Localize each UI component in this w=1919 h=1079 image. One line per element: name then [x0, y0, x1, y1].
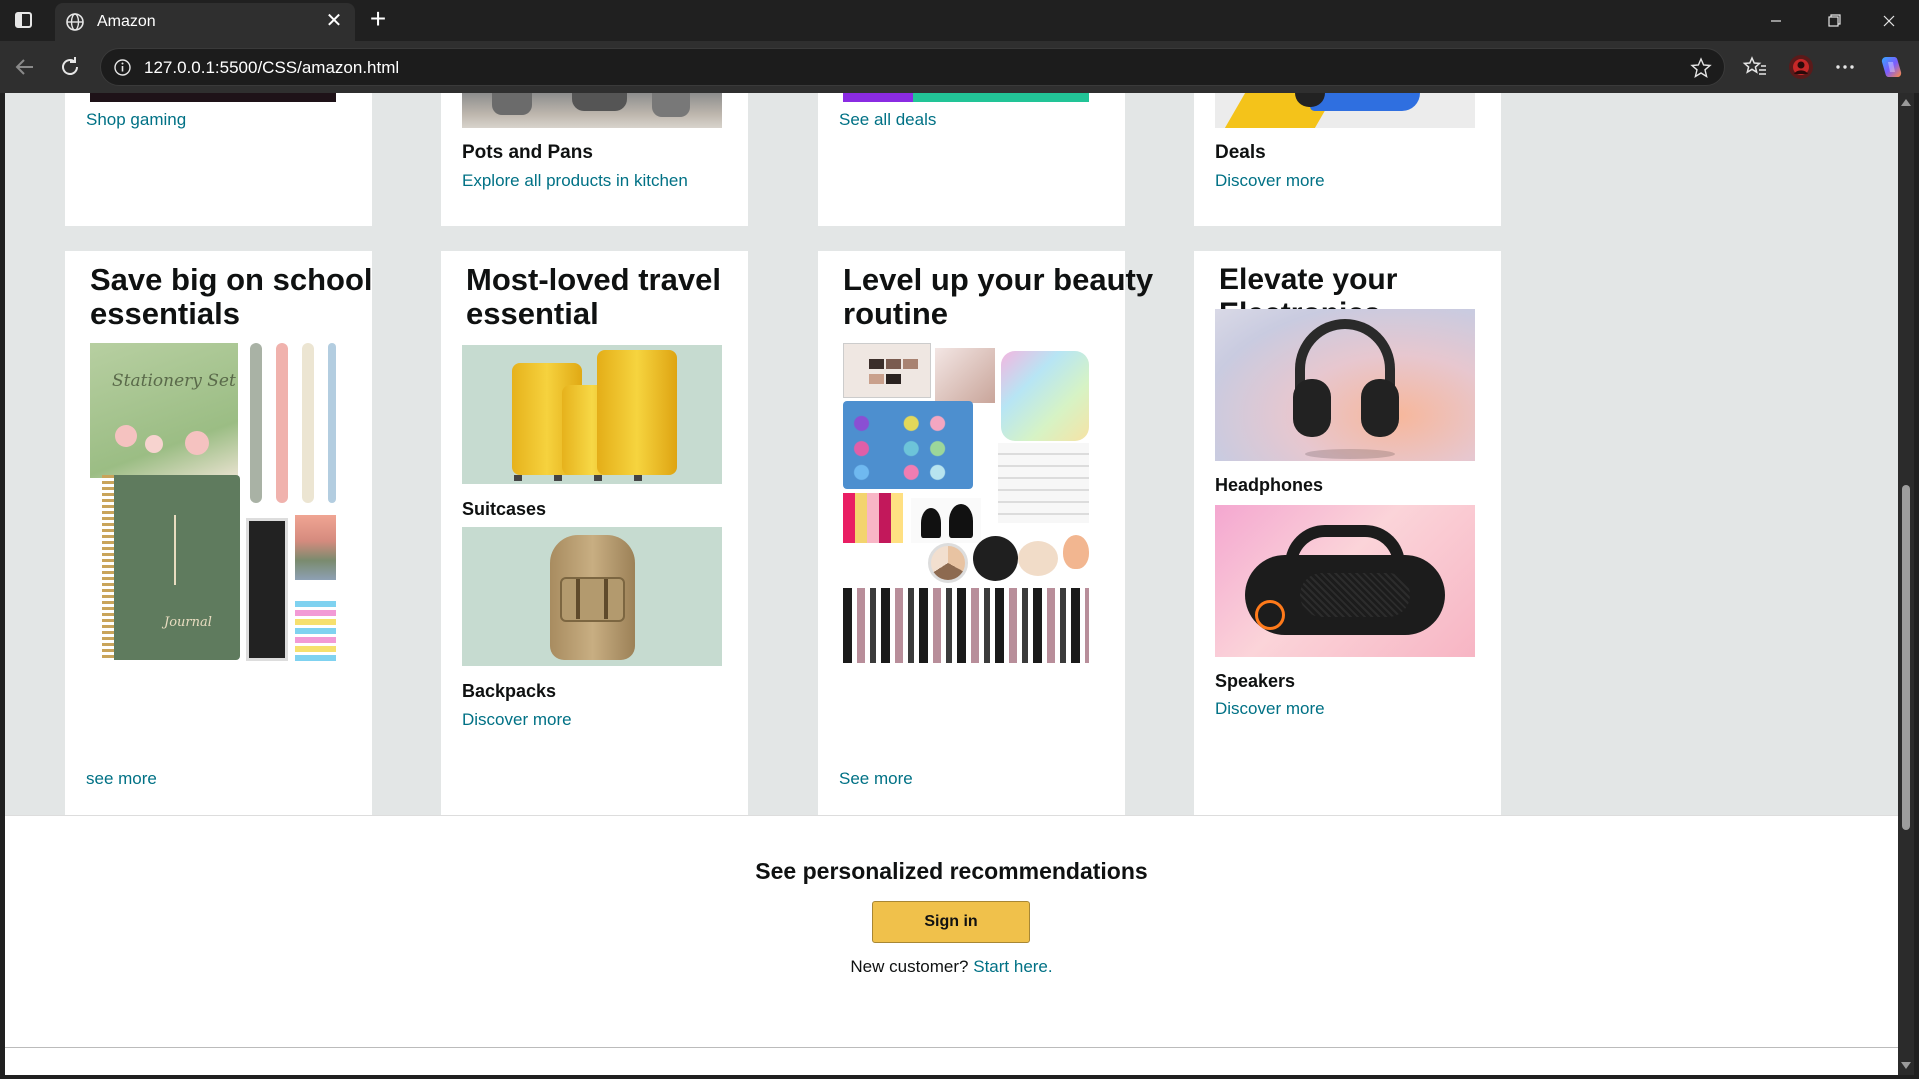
tab-bar: Amazon ✕ +: [0, 0, 1919, 41]
suitcases-image[interactable]: [462, 345, 722, 484]
divider: [5, 1047, 1898, 1048]
shoe-image: [1215, 93, 1475, 128]
copilot-icon[interactable]: [1877, 53, 1905, 81]
site-info-icon[interactable]: [113, 58, 132, 77]
deals-label: Deals: [1215, 142, 1266, 163]
page-viewport: Shop gaming Pots and Pans Explore all pr…: [5, 93, 1898, 1075]
backpacks-label: Backpacks: [462, 681, 557, 701]
close-icon[interactable]: ✕: [323, 10, 345, 32]
signin-heading: See personalized recommendations: [755, 858, 1148, 884]
window-close-icon[interactable]: [1866, 6, 1912, 36]
card-title: Most-loved travel essential: [466, 262, 721, 331]
browser-tab[interactable]: Amazon ✕: [55, 3, 355, 41]
globe-icon: [66, 13, 84, 31]
card-title: Level up your beauty routine: [843, 262, 1154, 331]
discover-travel-link[interactable]: Discover more: [462, 710, 572, 730]
new-tab-icon[interactable]: +: [364, 5, 392, 33]
maximize-icon[interactable]: [1810, 6, 1856, 36]
signin-section: See personalized recommendations Sign in…: [5, 815, 1898, 1075]
new-customer-text: New customer? Start here.: [5, 957, 1898, 977]
vertical-scrollbar[interactable]: [1898, 93, 1914, 1075]
discover-deals-link[interactable]: Discover more: [1215, 171, 1325, 191]
scroll-thumb[interactable]: [1902, 485, 1910, 830]
reload-icon[interactable]: [56, 53, 84, 81]
stationery-image[interactable]: Stationery Set Journal: [90, 343, 336, 663]
new-customer-label: New customer?: [850, 957, 969, 976]
card-electronics: Elevate your Electronics Headphones Spea…: [1194, 251, 1501, 815]
shop-gaming-link[interactable]: Shop gaming: [86, 110, 186, 130]
tab-actions-icon[interactable]: [13, 10, 35, 30]
see-more-beauty-link[interactable]: See more: [839, 769, 913, 789]
card-gaming: Shop gaming: [65, 93, 372, 226]
start-here-link[interactable]: Start here.: [973, 957, 1052, 976]
headphones-label: Headphones: [1215, 475, 1324, 495]
suitcases-label: Suitcases: [462, 499, 547, 519]
sign-in-button[interactable]: Sign in: [872, 901, 1030, 943]
see-more-link[interactable]: see more: [86, 769, 157, 789]
explore-kitchen-link[interactable]: Explore all products in kitchen: [462, 171, 688, 191]
scroll-up-icon[interactable]: [1901, 99, 1911, 106]
card-beauty-routine: Level up your beauty routine See more: [818, 251, 1153, 815]
address-bar[interactable]: 127.0.0.1:5500/CSS/amazon.html: [100, 48, 1725, 86]
minimize-icon[interactable]: [1753, 6, 1799, 36]
headphones-image[interactable]: [1215, 309, 1475, 461]
gaming-image: [90, 93, 336, 102]
beauty-image[interactable]: [843, 343, 1089, 663]
favorites-icon[interactable]: [1741, 53, 1769, 81]
card-deals-1: See all deals: [818, 93, 1125, 226]
profile-icon[interactable]: [1787, 53, 1815, 81]
backpack-image[interactable]: [462, 527, 722, 666]
back-icon[interactable]: [11, 53, 39, 81]
url-text[interactable]: 127.0.0.1:5500/CSS/amazon.html: [144, 58, 399, 78]
card-deals-2: Deals Discover more: [1194, 93, 1501, 226]
see-all-deals-link[interactable]: See all deals: [839, 110, 936, 130]
speakers-label: Speakers: [1215, 671, 1296, 691]
card-school-essentials: Save big on school essentials Stationery…: [65, 251, 373, 815]
more-icon[interactable]: [1831, 53, 1859, 81]
card-kitchen: Pots and Pans Explore all products in ki…: [441, 93, 748, 226]
pots-image: [462, 93, 722, 128]
speaker-image[interactable]: [1215, 505, 1475, 657]
browser-toolbar: 127.0.0.1:5500/CSS/amazon.html: [0, 41, 1919, 93]
card-travel-essentials: Most-loved travel essential Suitcases Ba…: [441, 251, 748, 815]
tab-title: Amazon: [97, 13, 156, 30]
pots-and-pans-label: Pots and Pans: [462, 142, 593, 163]
favorite-star-icon[interactable]: [1690, 57, 1712, 79]
scroll-down-icon[interactable]: [1901, 1062, 1911, 1069]
deals-image: [843, 93, 1089, 102]
discover-electronics-link[interactable]: Discover more: [1215, 699, 1325, 719]
card-title: Save big on school essentials: [90, 262, 373, 331]
